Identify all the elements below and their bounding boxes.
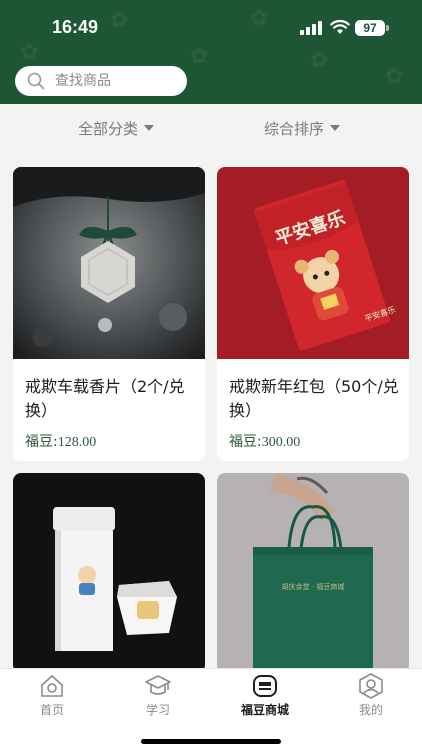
price-label: 福豆: [25, 434, 58, 450]
price-value: 128.00 [57, 435, 97, 450]
caret-down-icon [144, 124, 155, 131]
battery-icon: 97 [355, 20, 385, 36]
tab-mine-label: 我的 [358, 703, 383, 717]
product-image-thermos-set [13, 473, 205, 673]
tab-study-label: 学习 [145, 703, 170, 717]
price-label: 福豆: [229, 434, 262, 450]
search-icon [27, 72, 45, 90]
status-time: 16:49 [52, 17, 99, 37]
bag-brand-text: 胡庆余堂 · 福豆商城 [282, 582, 345, 591]
product-card[interactable]: 戒欺车载香片（2个/兑换） 福豆:128.00 [13, 167, 205, 461]
product-name: 戒欺新年红包（50个/兑换） [229, 377, 399, 420]
price-value: 300.00 [261, 435, 301, 450]
tab-home-label: 首页 [39, 703, 64, 717]
search-placeholder: 查找商品 [55, 73, 111, 89]
product-card[interactable] [13, 473, 205, 673]
home-indicator [141, 739, 281, 744]
sort-label: 综合排序 [264, 120, 325, 138]
tab-study[interactable]: 学习 [118, 673, 198, 718]
search-input[interactable]: 查找商品 [15, 66, 187, 96]
wifi-icon [330, 19, 350, 34]
tab-home[interactable]: 首页 [12, 673, 92, 718]
home-icon [41, 675, 63, 697]
tab-mine[interactable]: 我的 [331, 673, 411, 718]
sort-dropdown[interactable]: 综合排序 [264, 119, 341, 139]
battery-tip [386, 25, 389, 31]
tab-shop-label: 福豆商城 [240, 703, 289, 717]
graduation-cap-icon [145, 675, 171, 695]
product-image-red-envelope: 平安喜乐 平安喜乐 [217, 167, 409, 359]
product-price: 福豆:300.00 [229, 431, 300, 451]
product-name: 戒欺车载香片（2个/兑换） [25, 377, 185, 420]
product-card[interactable]: 平安喜乐 平安喜乐 戒欺新年红包（50个/兑换） 福豆:300.00 [217, 167, 409, 461]
product-card[interactable]: 胡庆余堂 · 福豆商城 [217, 473, 409, 673]
category-filter-dropdown[interactable]: 全部分类 [78, 119, 155, 139]
category-filter-label: 全部分类 [78, 120, 139, 138]
signal-icon [300, 21, 322, 35]
product-image-gift-bag: 胡庆余堂 · 福豆商城 [217, 473, 409, 673]
bottom-tab-bar: 首页 学习 福豆商城 我的 [0, 668, 422, 750]
status-bar: 16:49 97 [0, 0, 422, 56]
pattern-icon: ✿ [385, 64, 404, 89]
shop-icon [253, 675, 277, 697]
header: ✿ ✿ ✿ ✿ ✿ ✿ 16:49 97 查找商品 [0, 0, 422, 104]
tab-shop[interactable]: 福豆商城 [225, 673, 305, 718]
profile-icon [359, 673, 383, 699]
product-price: 福豆:128.00 [25, 431, 96, 451]
product-image-car-fragrance [13, 167, 205, 359]
caret-down-icon [330, 124, 341, 131]
filter-bar: 全部分类 综合排序 [0, 104, 422, 154]
